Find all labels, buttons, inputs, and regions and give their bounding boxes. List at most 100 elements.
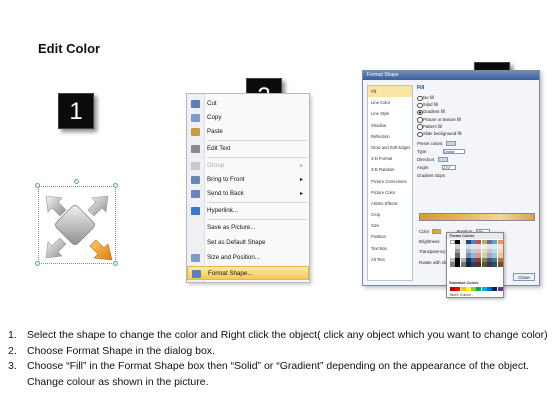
radio-slide-background-fill[interactable]: Slide background fill [417,130,537,138]
color-swatch[interactable] [492,262,498,267]
menu-item-save-as-picture[interactable]: Save as Picture... [187,221,309,235]
standard-color-swatch[interactable] [460,287,466,292]
sidebar-item-line-color[interactable]: Line Color [368,97,412,108]
dialog-title: Format Shape [363,71,539,80]
context-menu: Cut Copy Paste Edit Text Group ▸ Bring t… [186,93,310,283]
theme-colors-grid [450,240,503,267]
sidebar-item-reflection[interactable]: Reflection [368,131,412,142]
submenu-arrow-icon: ▸ [299,191,303,197]
four-arrows-shape-icon [45,195,113,261]
sidebar-item-glow[interactable]: Glow and Soft Edges [368,142,412,153]
standard-color-swatch[interactable] [465,287,471,292]
menu-item-cut[interactable]: Cut [187,97,309,111]
type-row: Type: Linear [417,148,537,156]
preset-colors-row: Preset colors: [417,140,537,148]
standard-color-swatch[interactable] [492,287,498,292]
menu-item-format-shape[interactable]: Format Shape... [187,266,309,280]
instruction-item: 1. Select the shape to change the color … [8,329,548,341]
color-swatch[interactable] [471,262,477,267]
instruction-item: 3. Choose “Fill” in the Format Shape box… [8,360,529,388]
instruction-item: 2. Choose Format Shape in the dialog box… [8,344,215,357]
menu-item-size-and-position[interactable]: Size and Position... [187,251,309,265]
menu-separator [207,140,307,141]
standard-color-swatch[interactable] [471,287,477,292]
sidebar-item-picture-corrections[interactable]: Picture Corrections [368,176,412,187]
menu-separator [207,202,307,203]
brightness-label: Brightness: [419,239,441,244]
color-swatch[interactable] [487,262,493,267]
color-swatch[interactable] [450,262,455,267]
standard-color-swatch[interactable] [450,287,455,292]
edit-text-icon [191,145,200,153]
color-swatch[interactable] [481,262,487,267]
menu-item-group: Group ▸ [187,159,309,173]
sidebar-item-line-style[interactable]: Line Style [368,108,412,119]
angle-row: Angle: 270° [417,164,537,172]
standard-colors-row [450,287,503,292]
radio-solid-fill[interactable]: Solid fill [417,101,537,109]
menu-item-edit-text[interactable]: Edit Text [187,142,309,156]
menu-item-copy[interactable]: Copy [187,111,309,125]
angle-input[interactable]: 270° [442,165,457,171]
sidebar-item-size[interactable]: Size [368,220,412,231]
submenu-arrow-icon: ▸ [299,177,303,183]
sidebar-item-crop[interactable]: Crop [368,209,412,220]
menu-item-hyperlink[interactable]: Hyperlink... [187,204,309,218]
scissors-icon [191,100,200,108]
dialog-sidebar: Fill Line Color Line Style Shadow Reflec… [367,85,413,281]
group-icon [191,162,200,170]
standard-color-swatch[interactable] [476,287,482,292]
hyperlink-icon [191,207,200,215]
sidebar-item-shadow[interactable]: Shadow [368,120,412,131]
menu-item-send-to-back[interactable]: Send to Back ▸ [187,187,309,201]
sidebar-item-alt-text[interactable]: Alt Text [368,254,412,265]
menu-item-paste[interactable]: Paste [187,125,309,139]
step-badge-1: 1 [58,93,94,129]
radio-gradient-fill[interactable]: Gradient fill [417,108,537,116]
gradient-stops-bar[interactable] [419,213,535,221]
close-button[interactable]: Close [513,273,535,281]
paste-icon [191,128,200,136]
standard-colors-header: Standard Colors [449,281,479,285]
copy-icon [191,114,200,122]
instructions-list: 1. Select the shape to change the color … [8,328,552,390]
selected-shape[interactable] [28,179,124,272]
color-swatch[interactable] [460,262,466,267]
sidebar-item-picture-color[interactable]: Picture Color [368,187,412,198]
sidebar-item-3d-format[interactable]: 3-D Format [368,153,412,164]
color-palette-popup: Theme Colors Standard Colors More Colors… [446,232,504,298]
send-back-icon [191,190,200,198]
preset-colors-dropdown[interactable] [446,141,457,147]
radio-pattern-fill[interactable]: Pattern fill [417,123,537,131]
transparency-label: Transparency: [419,249,447,254]
standard-color-swatch[interactable] [481,287,487,292]
color-swatch[interactable] [476,262,482,267]
size-position-icon [191,254,200,262]
bring-front-icon [191,176,200,184]
color-swatch[interactable] [497,262,503,267]
color-swatch[interactable] [465,262,471,267]
menu-separator [207,219,307,220]
more-colors-link[interactable]: More Colors... [450,293,474,297]
sidebar-item-fill[interactable]: Fill [368,86,412,98]
sidebar-item-3d-rotation[interactable]: 3-D Rotation [368,164,412,175]
menu-item-bring-to-front[interactable]: Bring to Front ▸ [187,173,309,187]
gradient-stops-label: Gradient stops [417,173,445,179]
menu-separator [207,157,307,158]
radio-picture-fill[interactable]: Picture or texture fill [417,116,537,123]
radio-no-fill[interactable]: No fill [417,94,537,102]
menu-item-set-default-shape[interactable]: Set as Default Shape [187,236,309,250]
standard-color-swatch[interactable] [497,287,503,292]
color-dropdown[interactable] [432,229,442,235]
sidebar-item-text-box[interactable]: Text Box [368,243,412,254]
direction-row: Direction: [417,156,537,164]
theme-colors-header: Theme Colors [447,233,503,239]
type-dropdown[interactable]: Linear [442,149,465,155]
format-shape-icon [192,270,201,278]
standard-color-swatch[interactable] [487,287,493,292]
standard-color-swatch[interactable] [455,287,461,292]
sidebar-item-position[interactable]: Position [368,231,412,242]
color-swatch[interactable] [455,262,461,267]
direction-dropdown[interactable] [438,157,449,163]
sidebar-item-artistic-effects[interactable]: Artistic Effects [368,198,412,209]
